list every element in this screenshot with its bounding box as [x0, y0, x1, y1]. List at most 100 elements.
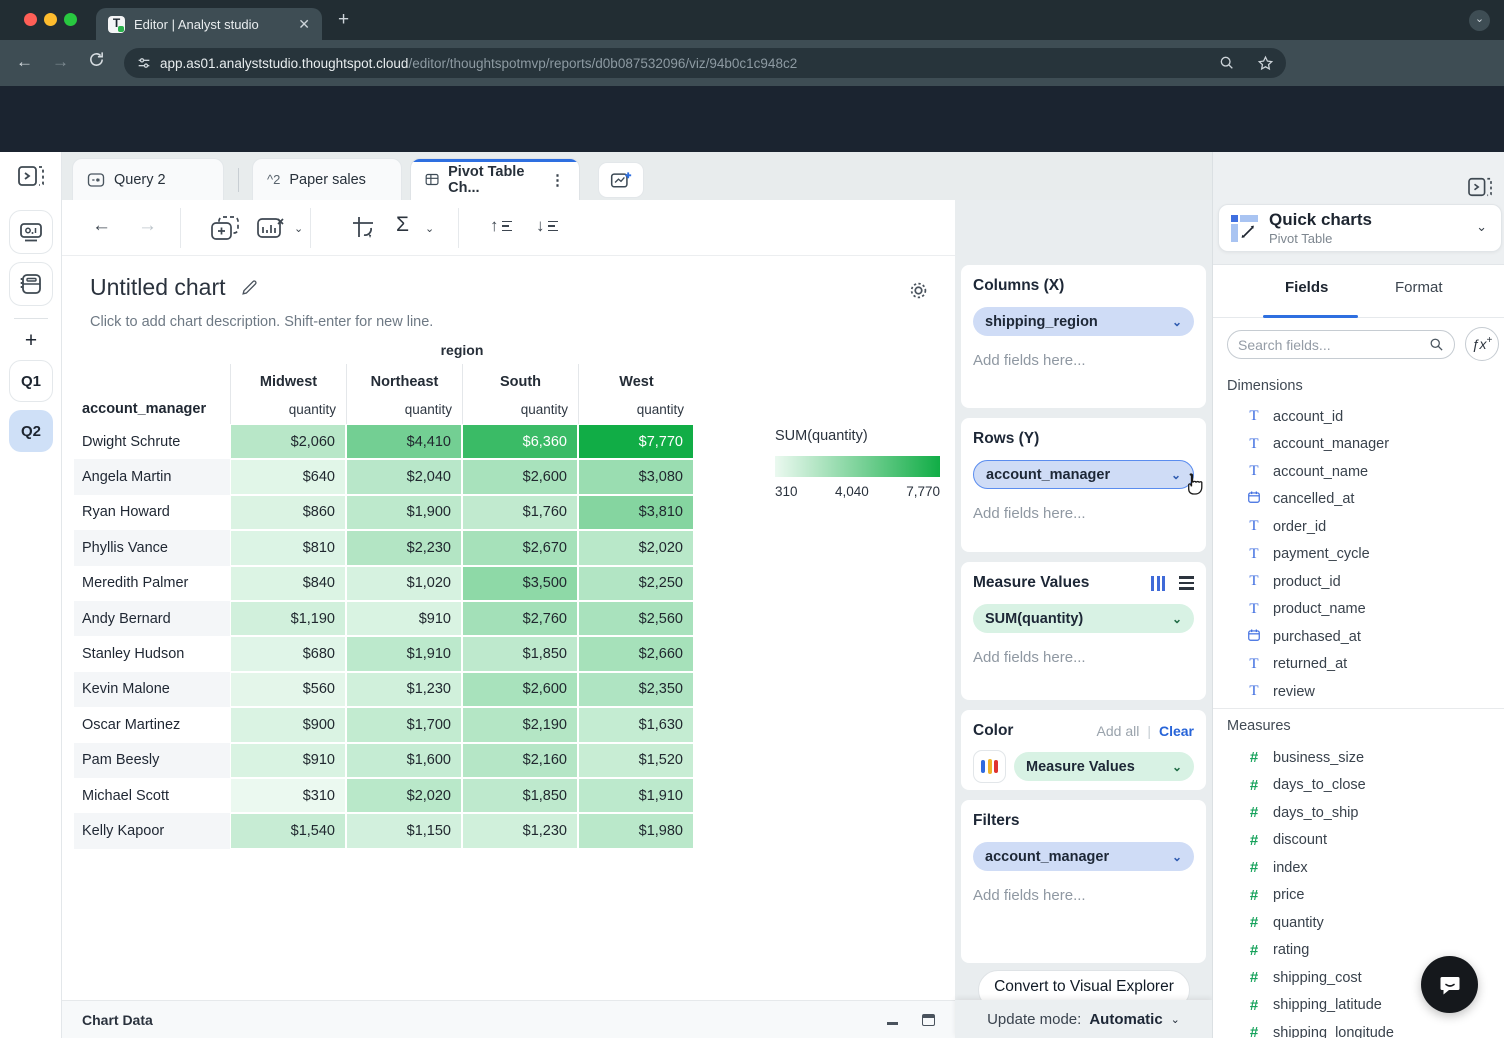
heatmap-cell[interactable]: $1,230 — [462, 813, 578, 848]
heatmap-cell[interactable]: $2,160 — [462, 743, 578, 778]
heatmap-cell[interactable]: $1,600 — [346, 743, 462, 778]
chevron-down-icon[interactable]: ⌄ — [1476, 219, 1487, 235]
heatmap-cell[interactable]: $7,770 — [578, 424, 694, 459]
browser-reload-button[interactable] — [88, 51, 105, 73]
field-item[interactable]: Treview — [1213, 678, 1504, 706]
sidebar-item-q1[interactable]: Q1 — [9, 360, 53, 402]
console-panel-toggle-icon[interactable] — [16, 162, 46, 190]
heatmap-cell[interactable]: $4,410 — [346, 424, 462, 459]
minimize-panel-icon[interactable] — [887, 1022, 898, 1025]
heatmap-cell[interactable]: $1,900 — [346, 495, 462, 530]
field-item[interactable]: Tpayment_cycle — [1213, 541, 1504, 569]
sort-descending-button[interactable]: ↓ — [536, 216, 558, 236]
field-item[interactable]: #shipping_longitude — [1213, 1019, 1504, 1038]
aggregate-chevron-icon[interactable]: ⌄ — [425, 222, 434, 235]
chart-title[interactable]: Untitled chart — [90, 274, 226, 301]
heatmap-cell[interactable]: $1,850 — [462, 636, 578, 671]
heatmap-cell[interactable]: $1,910 — [346, 636, 462, 671]
redo-button[interactable]: → — [138, 215, 157, 237]
browser-back-button[interactable]: ← — [16, 52, 33, 72]
chart-description-placeholder[interactable]: Click to add chart description. Shift-en… — [90, 314, 433, 330]
row-header[interactable]: Michael Scott — [74, 778, 230, 813]
row-header[interactable]: Stanley Hudson — [74, 636, 230, 671]
field-item[interactable]: #price — [1213, 882, 1504, 910]
field-item[interactable]: Tproduct_name — [1213, 596, 1504, 624]
heatmap-cell[interactable]: $910 — [230, 743, 346, 778]
heatmap-cell[interactable]: $1,190 — [230, 601, 346, 636]
browser-tab[interactable]: Editor | Analyst studio ✕ — [96, 8, 322, 40]
heatmap-cell[interactable]: $3,810 — [578, 495, 694, 530]
tab-fields[interactable]: Fields — [1285, 279, 1328, 296]
heatmap-cell[interactable]: $2,350 — [578, 672, 694, 707]
panel-toggle-right-icon[interactable] — [1467, 176, 1493, 203]
heatmap-cell[interactable]: $3,080 — [578, 459, 694, 494]
heatmap-cell[interactable]: $310 — [230, 778, 346, 813]
heatmap-cell[interactable]: $1,760 — [462, 495, 578, 530]
sort-ascending-button[interactable]: ↑ — [490, 216, 512, 236]
rows-layout-icon[interactable] — [1179, 576, 1194, 590]
filter-account-manager-pill[interactable]: account_manager⌄ — [973, 842, 1194, 871]
heatmap-cell[interactable]: $1,150 — [346, 813, 462, 848]
update-mode-dropdown[interactable]: Automatic — [1089, 1011, 1162, 1028]
heatmap-cell[interactable]: $900 — [230, 707, 346, 742]
heatmap-cell[interactable]: $2,600 — [462, 672, 578, 707]
row-header[interactable]: Pam Beesly — [74, 743, 230, 778]
add-fields-placeholder[interactable]: Add fields here... — [973, 352, 1194, 369]
field-item[interactable]: Taccount_manager — [1213, 431, 1504, 459]
column-header[interactable]: Southquantity — [462, 364, 578, 424]
row-header[interactable]: Kevin Malone — [74, 672, 230, 707]
remove-chart-button[interactable] — [256, 215, 286, 246]
add-chart-button[interactable] — [598, 162, 644, 198]
field-item[interactable]: Taccount_id — [1213, 403, 1504, 431]
quick-charts-selector[interactable]: Quick charts Pivot Table ⌄ — [1218, 204, 1502, 252]
heatmap-cell[interactable]: $2,020 — [346, 778, 462, 813]
heatmap-cell[interactable]: $560 — [230, 672, 346, 707]
column-header[interactable]: Northeastquantity — [346, 364, 462, 424]
tab-paper-sales[interactable]: ^2 Paper sales — [252, 158, 402, 200]
heatmap-cell[interactable]: $2,250 — [578, 566, 694, 601]
field-item[interactable]: Torder_id — [1213, 513, 1504, 541]
tab-menu-kebab-icon[interactable]: ⋮ — [550, 171, 565, 189]
row-header[interactable]: Angela Martin — [74, 459, 230, 494]
shipping-region-pill[interactable]: shipping_region⌄ — [973, 307, 1194, 336]
heatmap-cell[interactable]: $2,760 — [462, 601, 578, 636]
column-header[interactable]: Westquantity — [578, 364, 694, 424]
field-item[interactable]: #days_to_close — [1213, 772, 1504, 800]
sidebar-report-button[interactable] — [9, 210, 53, 254]
field-item[interactable]: Treturned_at — [1213, 651, 1504, 679]
heatmap-cell[interactable]: $2,040 — [346, 459, 462, 494]
add-fields-placeholder[interactable]: Add fields here... — [973, 887, 1194, 904]
heatmap-cell[interactable]: $1,850 — [462, 778, 578, 813]
field-item[interactable]: Tproduct_id — [1213, 568, 1504, 596]
search-fields-input[interactable] — [1238, 337, 1421, 353]
heatmap-cell[interactable]: $1,520 — [578, 743, 694, 778]
heatmap-cell[interactable]: $860 — [230, 495, 346, 530]
swap-axes-button[interactable] — [350, 214, 378, 247]
heatmap-cell[interactable]: $810 — [230, 530, 346, 565]
heatmap-cell[interactable]: $2,670 — [462, 530, 578, 565]
window-close-button[interactable] — [24, 13, 37, 26]
heatmap-cell[interactable]: $2,230 — [346, 530, 462, 565]
row-header[interactable]: Ryan Howard — [74, 495, 230, 530]
maximize-panel-icon[interactable] — [922, 1014, 935, 1026]
heatmap-cell[interactable]: $680 — [230, 636, 346, 671]
column-header[interactable]: Midwestquantity — [230, 364, 346, 424]
sidebar-item-q2[interactable]: Q2 — [9, 410, 53, 452]
chart-settings-button[interactable] — [900, 272, 936, 308]
chevron-down-icon[interactable]: ⌄ — [1171, 1013, 1180, 1026]
heatmap-cell[interactable]: $1,020 — [346, 566, 462, 601]
heatmap-cell[interactable]: $910 — [346, 601, 462, 636]
bookmark-star-icon[interactable] — [1257, 55, 1274, 72]
browser-forward-button[interactable]: → — [52, 52, 69, 72]
heatmap-cell[interactable]: $640 — [230, 459, 346, 494]
window-zoom-button[interactable] — [64, 13, 77, 26]
heatmap-cell[interactable]: $2,060 — [230, 424, 346, 459]
field-item[interactable]: cancelled_at — [1213, 486, 1504, 514]
heatmap-cell[interactable]: $1,230 — [346, 672, 462, 707]
remove-chart-chevron-icon[interactable]: ⌄ — [294, 222, 303, 235]
address-bar[interactable]: app.as01.analyststudio.thoughtspot.cloud… — [124, 48, 1286, 78]
add-fields-placeholder[interactable]: Add fields here... — [973, 505, 1194, 522]
row-header[interactable]: Oscar Martinez — [74, 707, 230, 742]
color-measure-values-pill[interactable]: Measure Values⌄ — [1014, 752, 1194, 781]
heatmap-cell[interactable]: $1,980 — [578, 813, 694, 848]
